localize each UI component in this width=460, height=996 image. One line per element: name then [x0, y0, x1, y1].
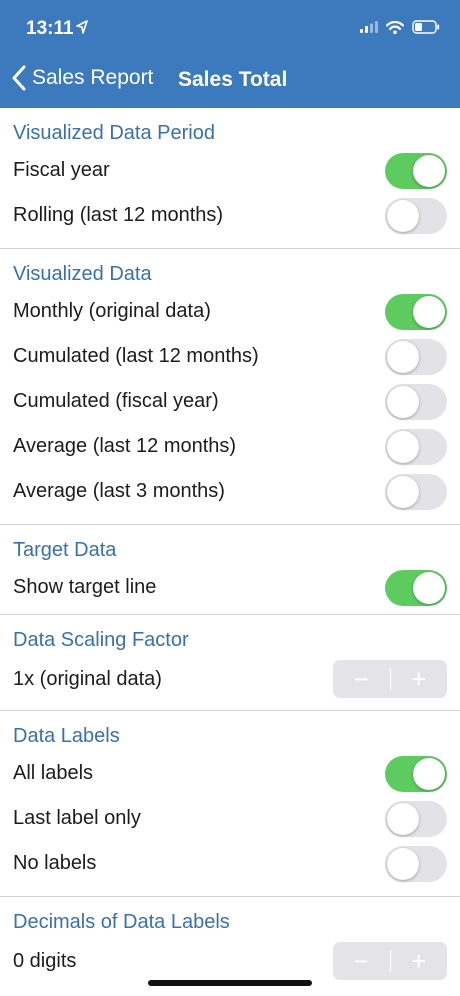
rolling-toggle[interactable]: [385, 198, 447, 234]
row-all-labels: All labels: [0, 751, 460, 796]
section-visualized-data: Visualized Data Monthly (original data) …: [0, 249, 460, 525]
row-decimals: 0 digits − +: [0, 939, 460, 984]
cellular-signal-icon: [360, 21, 378, 33]
fiscal-year-toggle[interactable]: [385, 153, 447, 189]
back-button-label: Sales Report: [32, 66, 154, 89]
decimals-value: 0 digits: [13, 950, 77, 972]
row-label: Rolling (last 12 months): [13, 204, 224, 226]
back-button[interactable]: Sales Report: [12, 65, 153, 91]
decrement-button[interactable]: −: [333, 942, 390, 980]
row-scaling-factor: 1x (original data) − +: [0, 657, 460, 702]
row-label: Average (last 3 months): [13, 480, 225, 502]
toggle-knob: [387, 848, 419, 880]
no-labels-toggle[interactable]: [385, 846, 447, 882]
increment-button[interactable]: +: [390, 660, 447, 698]
status-icons: [360, 20, 440, 34]
section-target-data: Target Data Show target line: [0, 525, 460, 615]
row-label: Monthly (original data): [13, 300, 211, 322]
toggle-knob: [387, 803, 419, 835]
section-data-scaling-factor: Data Scaling Factor 1x (original data) −…: [0, 615, 460, 711]
toggle-knob: [413, 155, 445, 187]
show-target-line-toggle[interactable]: [385, 570, 447, 606]
row-label: All labels: [13, 762, 94, 784]
toggle-knob: [413, 572, 445, 604]
toggle-knob: [387, 200, 419, 232]
row-fiscal-year: Fiscal year: [0, 148, 460, 193]
wifi-icon: [386, 20, 404, 34]
status-time: 13:11: [26, 18, 74, 39]
page-title: Sales Total: [178, 68, 288, 91]
location-arrow-icon: [76, 20, 88, 34]
decrement-button[interactable]: −: [333, 660, 390, 698]
all-labels-toggle[interactable]: [385, 756, 447, 792]
row-rolling: Rolling (last 12 months): [0, 193, 460, 238]
last-label-only-toggle[interactable]: [385, 801, 447, 837]
section-visualized-data-period: Visualized Data Period Fiscal year Rolli…: [0, 108, 460, 249]
section-title: Target Data: [13, 539, 117, 561]
decimals-stepper: − +: [333, 942, 447, 980]
average-3-toggle[interactable]: [385, 474, 447, 510]
settings-list: Visualized Data Period Fiscal year Rolli…: [0, 108, 460, 984]
row-monthly: Monthly (original data): [0, 289, 460, 334]
row-cumulated-12: Cumulated (last 12 months): [0, 334, 460, 379]
section-data-labels: Data Labels All labels Last label only N…: [0, 711, 460, 897]
toggle-knob: [413, 296, 445, 328]
home-indicator: [148, 980, 312, 986]
row-last-label-only: Last label only: [0, 796, 460, 841]
row-average-12: Average (last 12 months): [0, 424, 460, 469]
increment-button[interactable]: +: [390, 942, 447, 980]
row-cumulated-fiscal: Cumulated (fiscal year): [0, 379, 460, 424]
row-label: Average (last 12 months): [13, 435, 237, 457]
battery-icon: [412, 20, 440, 34]
section-title: Data Labels: [13, 725, 120, 747]
toggle-knob: [413, 758, 445, 790]
average-12-toggle[interactable]: [385, 429, 447, 465]
row-label: Cumulated (fiscal year): [13, 390, 219, 412]
cumulated-12-toggle[interactable]: [385, 339, 447, 375]
chevron-left-icon: [12, 65, 26, 91]
toggle-knob: [387, 341, 419, 373]
section-title: Decimals of Data Labels: [13, 911, 230, 933]
scaling-factor-stepper: − +: [333, 660, 447, 698]
row-label: Show target line: [13, 576, 157, 598]
section-title: Visualized Data: [13, 263, 152, 285]
row-label: Cumulated (last 12 months): [13, 345, 259, 367]
cumulated-fiscal-toggle[interactable]: [385, 384, 447, 420]
section-title: Data Scaling Factor: [13, 629, 189, 651]
row-no-labels: No labels: [0, 841, 460, 886]
section-title: Visualized Data Period: [13, 122, 215, 144]
section-decimals: Decimals of Data Labels 0 digits − +: [0, 897, 460, 984]
row-average-3: Average (last 3 months): [0, 469, 460, 514]
monthly-toggle[interactable]: [385, 294, 447, 330]
row-label: No labels: [13, 852, 97, 874]
header: 13:11 Sales Report Sales Total: [0, 0, 460, 108]
row-label: Fiscal year: [13, 159, 110, 181]
row-show-target-line: Show target line: [0, 565, 460, 610]
scaling-factor-value: 1x (original data): [13, 668, 162, 690]
toggle-knob: [387, 476, 419, 508]
toggle-knob: [387, 431, 419, 463]
row-label: Last label only: [13, 807, 141, 829]
toggle-knob: [387, 386, 419, 418]
